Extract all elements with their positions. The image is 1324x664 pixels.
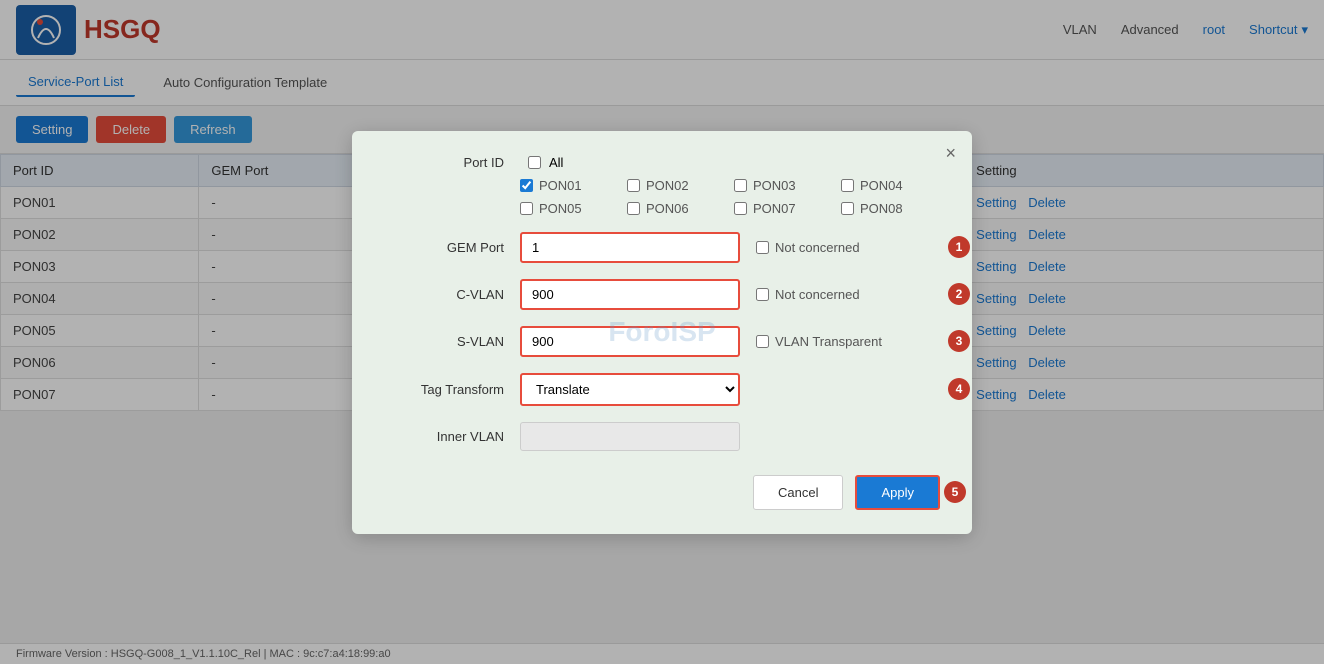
port-checkbox-PON03[interactable] — [734, 179, 747, 192]
port-label-PON08: PON08 — [860, 201, 903, 216]
port-checkbox-PON08[interactable] — [841, 202, 854, 215]
port-checkbox-PON07[interactable] — [734, 202, 747, 215]
step-1-badge: 1 — [948, 236, 970, 258]
gem-port-input[interactable] — [520, 232, 740, 263]
port-id-section: Port ID All PON01PON02PON03PON04PON05PON… — [384, 155, 940, 216]
svlan-checkbox[interactable] — [756, 335, 769, 348]
port-label-PON02: PON02 — [646, 178, 689, 193]
port-item: PON07 — [734, 201, 833, 216]
cvlan-input[interactable] — [520, 279, 740, 310]
all-label: All — [549, 155, 563, 170]
port-label-PON05: PON05 — [539, 201, 582, 216]
inner-vlan-row: Inner VLAN — [384, 422, 940, 451]
port-checkbox-PON06[interactable] — [627, 202, 640, 215]
svlan-row: S-VLAN VLAN Transparent 3 — [384, 326, 940, 357]
port-item: PON04 — [841, 178, 940, 193]
tag-transform-label: Tag Transform — [384, 382, 504, 397]
step-3-badge: 3 — [948, 330, 970, 352]
port-id-header: Port ID All — [384, 155, 940, 170]
gem-port-label: GEM Port — [384, 240, 504, 255]
tag-transform-row: Tag Transform Translate Add Remove Repla… — [384, 373, 940, 406]
svlan-label: S-VLAN — [384, 334, 504, 349]
modal-footer: Cancel Apply 5 — [384, 475, 940, 510]
inner-vlan-label: Inner VLAN — [384, 429, 504, 444]
gem-port-checkbox[interactable] — [756, 241, 769, 254]
port-label-PON06: PON06 — [646, 201, 689, 216]
step-4-badge: 4 — [948, 378, 970, 400]
cvlan-row: C-VLAN Not concerned 2 — [384, 279, 940, 310]
inner-vlan-input[interactable] — [520, 422, 740, 451]
apply-button[interactable]: Apply 5 — [855, 475, 940, 510]
svlan-input[interactable] — [520, 326, 740, 357]
cvlan-label: C-VLAN — [384, 287, 504, 302]
port-grid: PON01 PON02 PON03 PON04 PON05 PON06 PON07 PON08 — [520, 178, 940, 216]
port-label-PON07: PON07 — [753, 201, 796, 216]
cancel-button[interactable]: Cancel — [753, 475, 843, 510]
cvlan-not-concerned: Not concerned — [756, 287, 860, 302]
tag-transform-select[interactable]: Translate Add Remove Replace — [520, 373, 740, 406]
port-checkbox-PON04[interactable] — [841, 179, 854, 192]
step-5-badge: 5 — [944, 481, 966, 503]
port-checkbox-PON05[interactable] — [520, 202, 533, 215]
port-item: PON02 — [627, 178, 726, 193]
step-2-badge: 2 — [948, 283, 970, 305]
port-item: PON06 — [627, 201, 726, 216]
svlan-transparent: VLAN Transparent — [756, 334, 882, 349]
port-checkbox-PON01[interactable] — [520, 179, 533, 192]
port-id-label: Port ID — [384, 155, 504, 170]
port-item: PON01 — [520, 178, 619, 193]
port-item: PON05 — [520, 201, 619, 216]
port-label-PON04: PON04 — [860, 178, 903, 193]
modal-dialog: × Port ID All PON01PON02PON03PON04PON05P… — [352, 131, 972, 534]
gem-port-not-concerned: Not concerned — [756, 240, 860, 255]
gem-port-row: GEM Port Not concerned 1 — [384, 232, 940, 263]
port-item: PON08 — [841, 201, 940, 216]
modal-overlay: × Port ID All PON01PON02PON03PON04PON05P… — [0, 0, 1324, 664]
cvlan-checkbox[interactable] — [756, 288, 769, 301]
modal-close-button[interactable]: × — [945, 143, 956, 164]
port-label-PON03: PON03 — [753, 178, 796, 193]
all-checkbox[interactable] — [528, 156, 541, 169]
port-label-PON01: PON01 — [539, 178, 582, 193]
port-checkbox-PON02[interactable] — [627, 179, 640, 192]
port-item: PON03 — [734, 178, 833, 193]
